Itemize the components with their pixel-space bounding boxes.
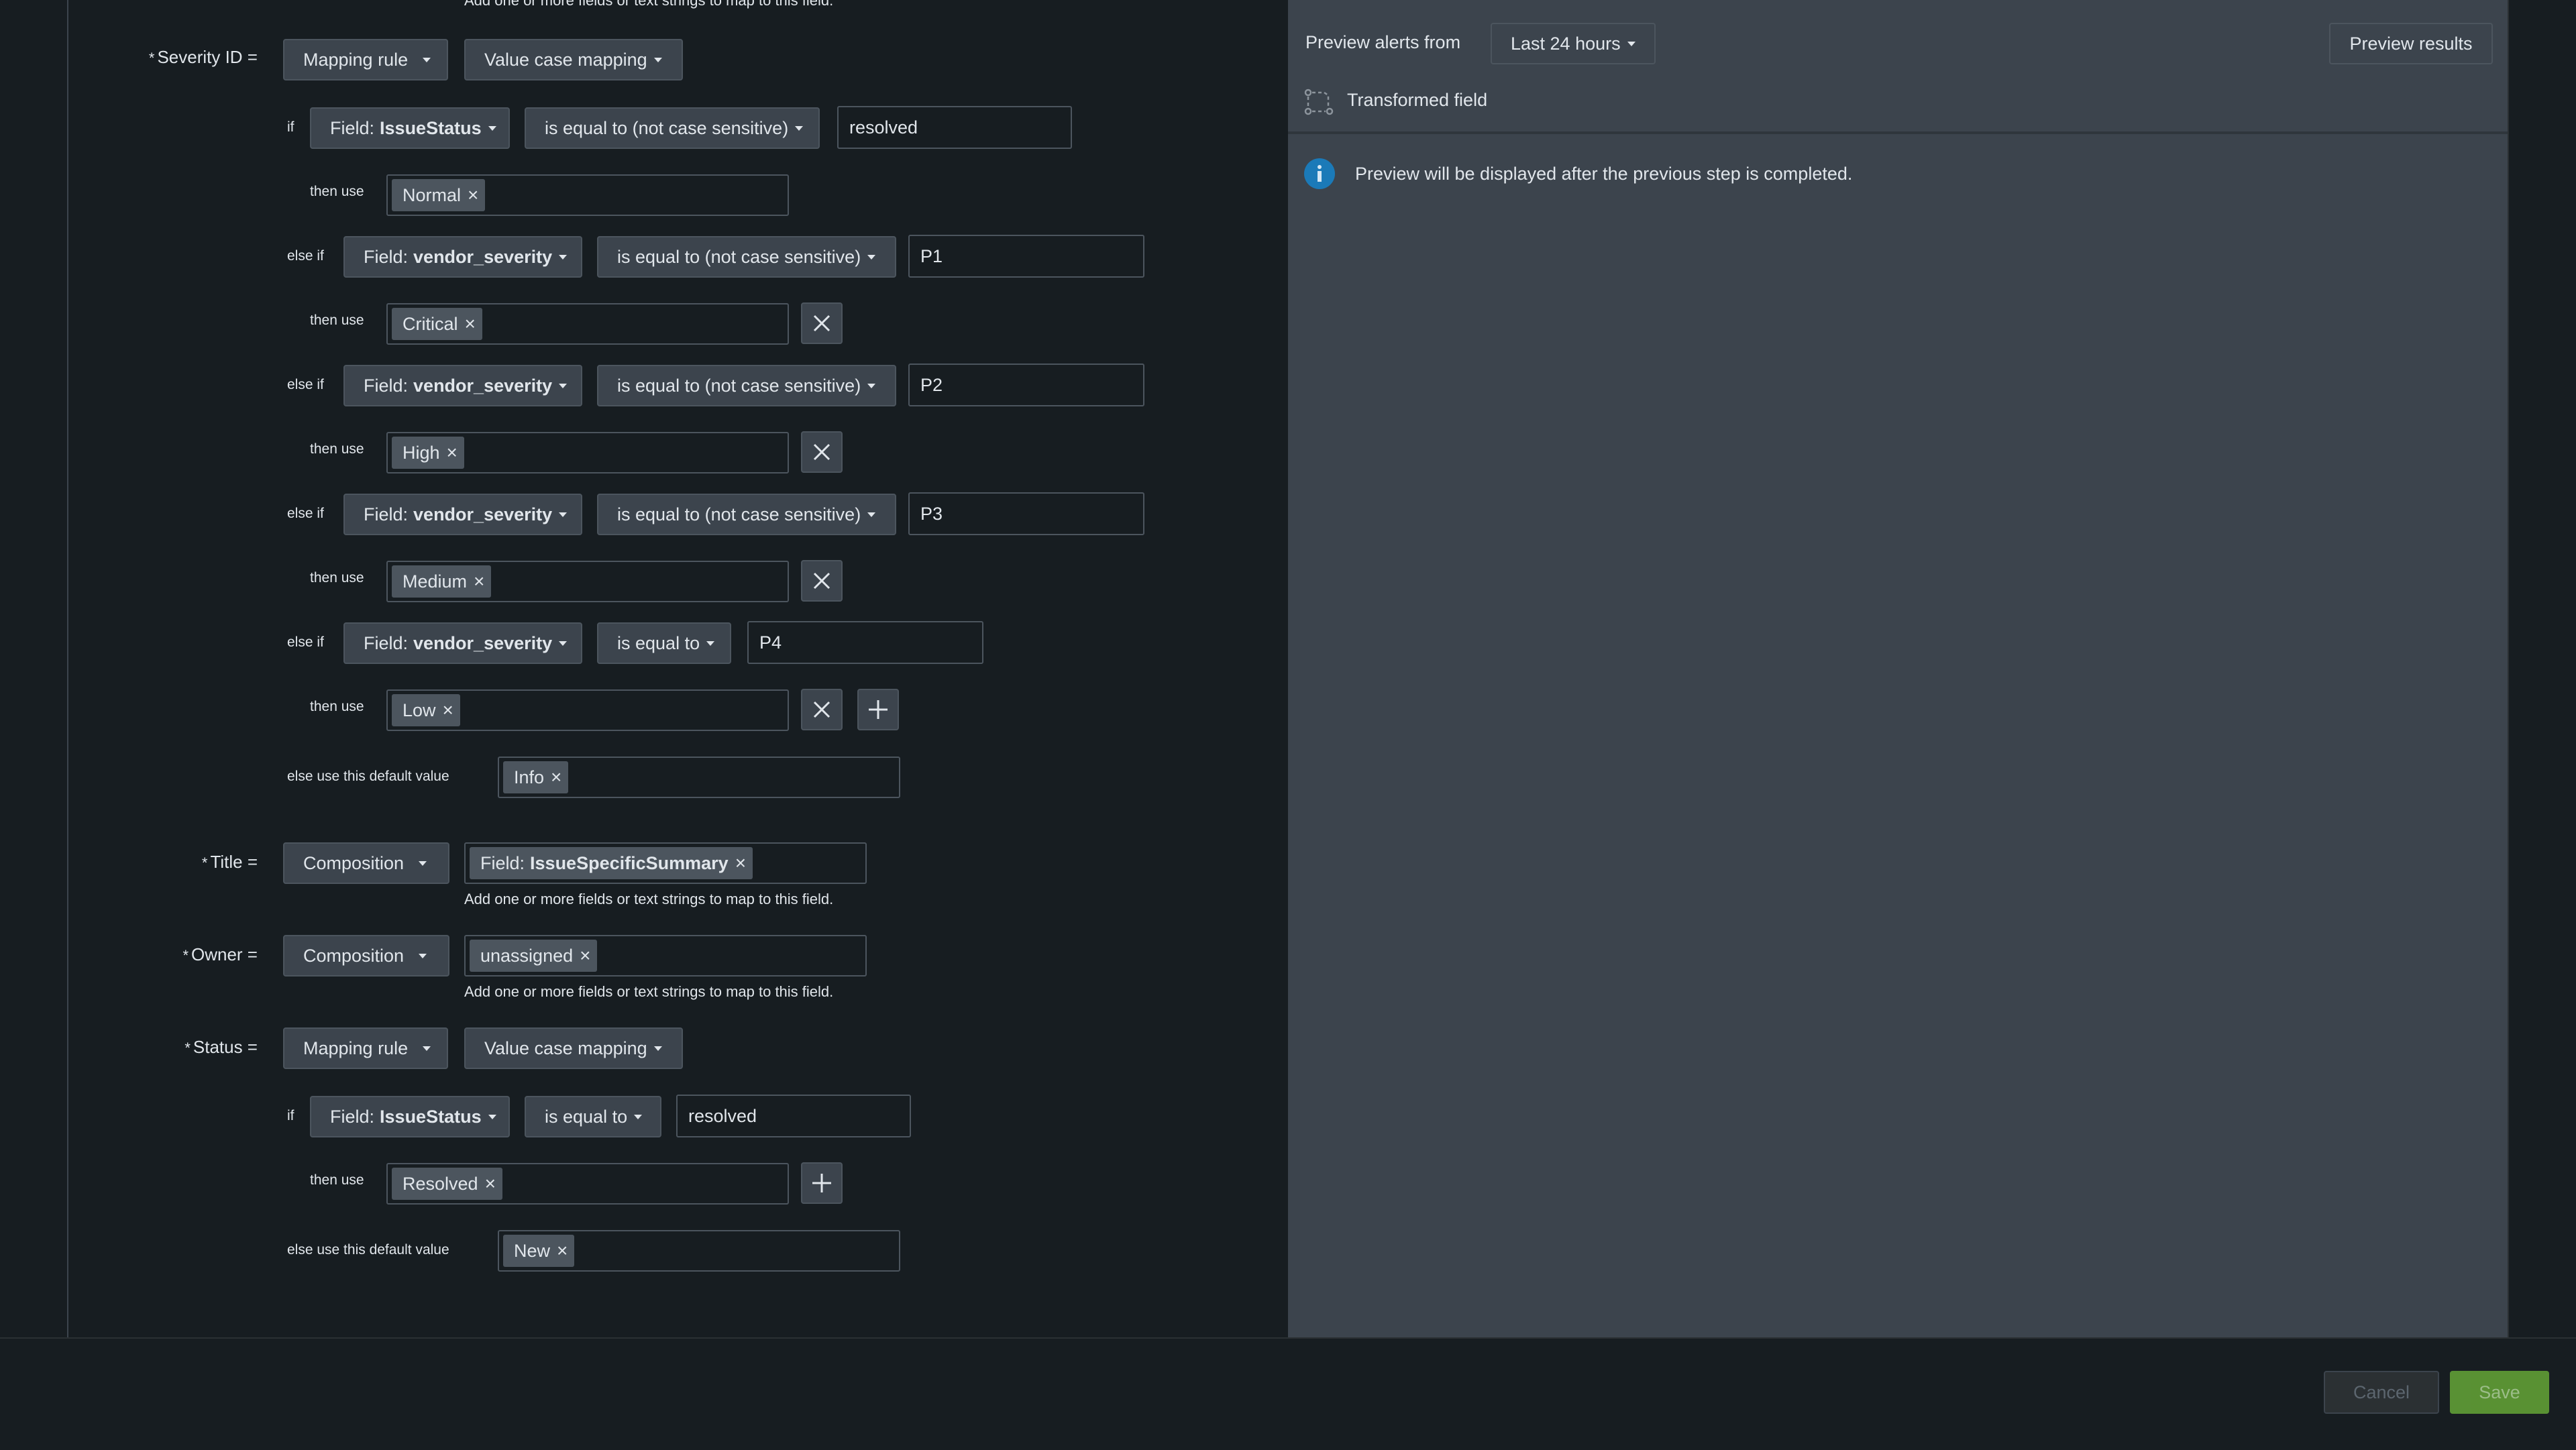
severity-id-label: * Severity ID = bbox=[148, 47, 258, 67]
remove-tag-icon[interactable]: × bbox=[580, 945, 590, 966]
plus-icon bbox=[869, 700, 888, 719]
help-text: Add one or more fields or text strings t… bbox=[464, 0, 834, 9]
preview-info-message: Preview will be displayed after the prev… bbox=[1355, 164, 1853, 184]
remove-tag-icon[interactable]: × bbox=[474, 571, 484, 592]
severity-mapping-type-dropdown[interactable]: Value case mapping bbox=[464, 39, 683, 80]
then-value-input[interactable]: Low × bbox=[386, 689, 789, 731]
rule-field-dropdown[interactable]: Field: vendor_severity bbox=[343, 622, 582, 664]
rule-operator-dropdown[interactable]: is equal to (not case sensitive) bbox=[597, 236, 896, 278]
else-default-label: else use this default value bbox=[287, 769, 449, 784]
value-tag: High × bbox=[392, 437, 464, 469]
remove-tag-icon[interactable]: × bbox=[443, 700, 453, 721]
then-use-label: then use bbox=[310, 441, 364, 457]
value-tag: Critical × bbox=[392, 308, 482, 340]
plus-icon bbox=[812, 1174, 831, 1192]
remove-tag-icon[interactable]: × bbox=[485, 1173, 496, 1194]
then-use-label: then use bbox=[310, 570, 364, 585]
else-if-label: else if bbox=[287, 248, 324, 264]
close-icon bbox=[813, 315, 830, 332]
owner-value-input[interactable]: unassigned × bbox=[464, 935, 867, 977]
preview-divider bbox=[1288, 131, 2508, 134]
then-value-input[interactable]: High × bbox=[386, 432, 789, 473]
owner-method-dropdown[interactable]: Composition bbox=[283, 935, 449, 977]
rule-value-input[interactable]: P1 bbox=[908, 235, 1144, 278]
remove-rule-button[interactable] bbox=[801, 560, 843, 602]
add-rule-button[interactable] bbox=[857, 689, 899, 730]
if-label: if bbox=[287, 119, 294, 135]
transformed-field-icon bbox=[1304, 89, 1334, 115]
rule-field-dropdown[interactable]: Field: vendor_severity bbox=[343, 365, 582, 406]
status-rule-operator-dropdown[interactable]: is equal to bbox=[525, 1096, 661, 1137]
remove-tag-icon[interactable]: × bbox=[557, 1240, 568, 1262]
rule-operator-dropdown[interactable]: is equal to (not case sensitive) bbox=[597, 494, 896, 535]
status-rule-field-dropdown[interactable]: Field: IssueStatus bbox=[310, 1096, 510, 1137]
if-label: if bbox=[287, 1108, 294, 1123]
then-use-label: then use bbox=[310, 184, 364, 199]
remove-rule-button[interactable] bbox=[801, 689, 843, 730]
then-value-input[interactable]: Normal × bbox=[386, 174, 789, 216]
status-rule-value-input[interactable]: resolved bbox=[676, 1095, 911, 1137]
rule-field-dropdown[interactable]: Field: IssueStatus bbox=[310, 107, 510, 149]
else-if-label: else if bbox=[287, 506, 324, 521]
title-help-text: Add one or more fields or text strings t… bbox=[464, 891, 834, 907]
rule-operator-dropdown[interactable]: is equal to (not case sensitive) bbox=[525, 107, 820, 149]
default-value-input[interactable]: Info × bbox=[498, 757, 900, 798]
owner-label: * Owner = bbox=[182, 944, 258, 964]
cancel-button[interactable]: Cancel bbox=[2324, 1371, 2439, 1414]
then-value-input[interactable]: Medium × bbox=[386, 561, 789, 602]
time-range-dropdown[interactable]: Last 24 hours bbox=[1491, 23, 1656, 64]
then-use-label: then use bbox=[310, 1172, 364, 1188]
remove-rule-button[interactable] bbox=[801, 431, 843, 473]
value-tag: Normal × bbox=[392, 179, 486, 211]
severity-method-dropdown[interactable]: Mapping rule bbox=[283, 39, 448, 80]
rule-field-dropdown[interactable]: Field: vendor_severity bbox=[343, 494, 582, 535]
rule-operator-dropdown[interactable]: is equal to bbox=[597, 622, 731, 664]
close-icon bbox=[813, 701, 830, 718]
status-mapping-type-dropdown[interactable]: Value case mapping bbox=[464, 1027, 683, 1069]
save-button[interactable]: Save bbox=[2450, 1371, 2549, 1414]
remove-rule-button[interactable] bbox=[801, 302, 843, 344]
then-value-input[interactable]: Critical × bbox=[386, 303, 789, 345]
then-use-label: then use bbox=[310, 313, 364, 328]
rule-operator-dropdown[interactable]: is equal to (not case sensitive) bbox=[597, 365, 896, 406]
remove-tag-icon[interactable]: × bbox=[447, 442, 458, 463]
footer-bar bbox=[0, 1337, 2576, 1450]
owner-help-text: Add one or more fields or text strings t… bbox=[464, 983, 834, 1000]
else-default-label: else use this default value bbox=[287, 1242, 449, 1258]
rule-value-input[interactable]: P4 bbox=[747, 621, 983, 664]
then-use-label: then use bbox=[310, 699, 364, 714]
value-tag: unassigned × bbox=[470, 940, 598, 972]
remove-tag-icon[interactable]: × bbox=[551, 767, 561, 788]
remove-tag-icon[interactable]: × bbox=[735, 852, 746, 874]
else-if-label: else if bbox=[287, 634, 324, 650]
title-label: * Title = bbox=[201, 852, 258, 872]
rule-field-dropdown[interactable]: Field: vendor_severity bbox=[343, 236, 582, 278]
transformed-field-label: Transformed field bbox=[1347, 90, 1488, 110]
info-icon bbox=[1304, 158, 1335, 189]
rule-value-input[interactable]: resolved bbox=[837, 106, 1072, 149]
status-default-value-input[interactable]: New × bbox=[498, 1230, 900, 1272]
status-label: * Status = bbox=[184, 1037, 258, 1057]
remove-tag-icon[interactable]: × bbox=[465, 313, 476, 335]
remove-tag-icon[interactable]: × bbox=[468, 184, 478, 206]
preview-results-button[interactable]: Preview results bbox=[2329, 23, 2493, 64]
else-if-label: else if bbox=[287, 377, 324, 392]
value-tag: Resolved × bbox=[392, 1168, 502, 1200]
value-tag: Info × bbox=[503, 761, 569, 793]
status-then-value-input[interactable]: Resolved × bbox=[386, 1163, 789, 1205]
rule-value-input[interactable]: P3 bbox=[908, 492, 1144, 535]
status-method-dropdown[interactable]: Mapping rule bbox=[283, 1027, 448, 1069]
close-icon bbox=[813, 443, 830, 461]
field-tag: Field: IssueSpecificSummary × bbox=[470, 847, 753, 879]
value-tag: Medium × bbox=[392, 565, 492, 598]
preview-panel bbox=[1288, 0, 2509, 1337]
preview-alerts-from-label: Preview alerts from bbox=[1305, 32, 1461, 52]
close-icon bbox=[813, 572, 830, 590]
value-tag: Low × bbox=[392, 694, 460, 726]
rule-value-input[interactable]: P2 bbox=[908, 364, 1144, 406]
title-method-dropdown[interactable]: Composition bbox=[283, 842, 449, 884]
add-rule-button[interactable] bbox=[801, 1162, 843, 1204]
title-value-input[interactable]: Field: IssueSpecificSummary × bbox=[464, 842, 867, 884]
value-tag: New × bbox=[503, 1235, 575, 1267]
